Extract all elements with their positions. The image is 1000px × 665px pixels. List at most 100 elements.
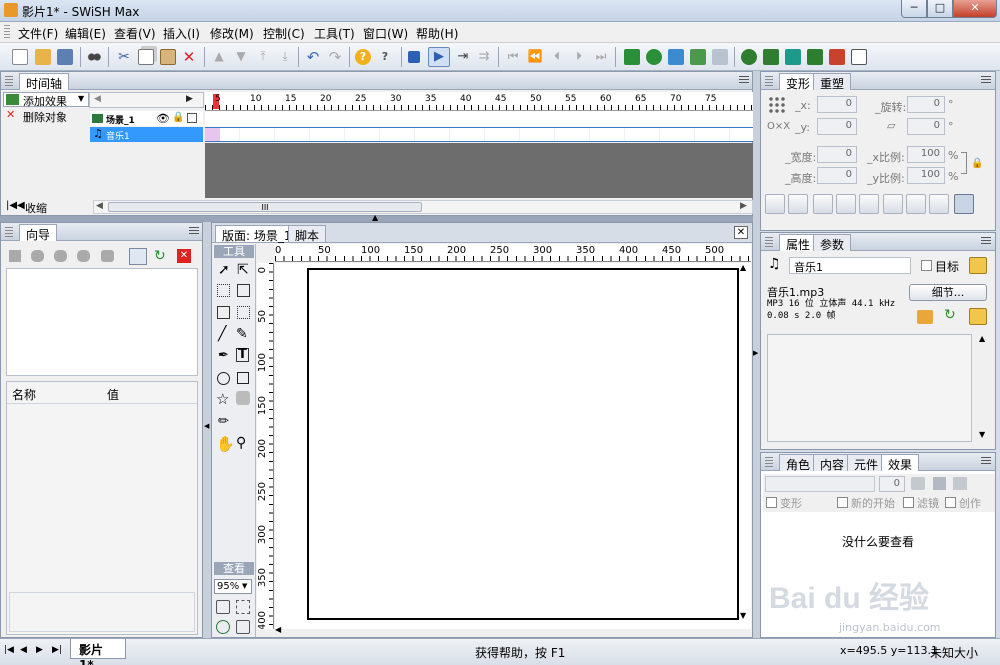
remove-object-button[interactable]: ✕ 删除对象 [3, 108, 89, 124]
zoom-tool-icon[interactable]: ⚲ [236, 435, 246, 451]
splitter-arrow-icon[interactable]: ▲ [372, 213, 378, 222]
text-tool-icon[interactable]: T [236, 348, 249, 362]
maximize-button[interactable]: □ [927, 0, 953, 18]
scroll-down-icon[interactable]: ▼ [740, 611, 746, 620]
tab-properties[interactable]: 属性 [779, 234, 818, 252]
scroll-thumb[interactable]: III [108, 202, 422, 212]
xscale-field[interactable]: 100 [907, 146, 945, 163]
zoom-actual-icon[interactable] [236, 620, 250, 634]
guide-zoom-icon[interactable] [129, 248, 147, 265]
first-doc-icon[interactable]: |◀ [4, 645, 14, 655]
panel-menu-icon[interactable] [189, 227, 199, 236]
author-checkbox[interactable] [945, 497, 956, 508]
guide-list[interactable] [6, 268, 198, 376]
insert-shape-icon[interactable] [829, 49, 845, 65]
timeline-row-music[interactable]: ♫ 音乐1 [90, 127, 203, 142]
close-button[interactable]: ✕ [953, 0, 997, 18]
subselect-tool-icon[interactable]: ⇱ [237, 262, 249, 278]
copy-transform-icon[interactable] [883, 194, 903, 214]
eyedropper-tool-icon[interactable]: ✏ [218, 414, 229, 429]
lock-icon[interactable]: 🔒 [971, 158, 983, 169]
menu-insert[interactable]: 插入(I) [163, 25, 200, 42]
vertical-splitter[interactable]: ◀ [203, 222, 211, 638]
insert-text-icon[interactable] [646, 49, 662, 65]
first-frame-icon[interactable]: ⏮ [505, 49, 521, 65]
yscale-field[interactable]: 100 [907, 167, 945, 184]
select-tool-icon[interactable]: ➚ [218, 262, 230, 278]
menu-window[interactable]: 窗口(W) [363, 25, 408, 42]
minimize-button[interactable]: ─ [901, 0, 927, 18]
ellipse-tool-icon[interactable] [217, 372, 230, 385]
insert-effect-icon[interactable] [741, 49, 757, 65]
timeline-hscroll[interactable]: ◀ III ▶ [93, 200, 753, 214]
prev-frame-icon[interactable]: ⏪ [527, 49, 543, 65]
reshape-tool-icon[interactable] [237, 284, 250, 297]
fill-transform-icon[interactable] [217, 306, 230, 319]
cut-icon[interactable]: ✂ [116, 49, 132, 65]
move-top-icon[interactable]: ⤒ [255, 49, 271, 65]
next-key-icon[interactable]: ⏵ [571, 49, 587, 65]
zoom-out-icon[interactable] [216, 600, 230, 614]
vertical-splitter[interactable]: ▶ [753, 71, 760, 638]
scroll-up-icon[interactable]: ▲ [979, 334, 985, 343]
menu-control[interactable]: 控制(C) [263, 25, 305, 42]
menu-modify[interactable]: 修改(M) [210, 25, 254, 42]
anchor-grid-icon[interactable] [768, 96, 786, 114]
splitter-arrow-icon[interactable]: ◀ [204, 422, 209, 430]
reset-transform-icon[interactable] [954, 194, 974, 214]
panel-menu-icon[interactable] [981, 457, 991, 466]
y-field[interactable]: 0 [817, 118, 857, 135]
keyframe[interactable] [205, 128, 220, 141]
rotate-90-icon[interactable] [813, 194, 833, 214]
menu-help[interactable]: 帮助(H) [416, 25, 458, 42]
paste-icon[interactable] [160, 49, 176, 65]
restart-checkbox[interactable] [837, 497, 848, 508]
menu-tools[interactable]: 工具(T) [314, 25, 355, 42]
stage-hscroll[interactable]: ◀ [275, 625, 737, 637]
scroll-up-icon[interactable]: ▲ [740, 263, 746, 272]
x-field[interactable]: 0 [817, 96, 857, 113]
outline-icon[interactable] [187, 113, 197, 123]
zoom-dropdown[interactable]: 95% ▼ [214, 579, 252, 594]
tab-content[interactable]: 内容 [813, 454, 852, 472]
insert-scene-icon[interactable] [624, 49, 640, 65]
effect-frames-field[interactable]: 0 [879, 476, 905, 492]
insert-group-icon[interactable] [763, 49, 779, 65]
insert-component-icon[interactable] [851, 49, 867, 65]
preview-icon[interactable] [86, 49, 102, 65]
tab-transform[interactable]: 变形 [779, 73, 818, 91]
close-icon[interactable]: ✕ [177, 249, 191, 263]
rotate-180-icon[interactable] [859, 194, 879, 214]
star-tool-icon[interactable]: ☆ [216, 390, 229, 408]
skew-field[interactable]: 0 [907, 118, 945, 135]
menu-file[interactable]: 文件(F) [18, 25, 58, 42]
refresh-icon[interactable]: ↻ [154, 248, 166, 264]
frame-track-music[interactable] [205, 127, 753, 142]
insert-sprite-icon[interactable] [807, 49, 823, 65]
redo-icon[interactable]: ↷ [327, 49, 343, 65]
play-icon[interactable]: ▶ [428, 47, 450, 67]
insert-sound-icon[interactable] [712, 49, 728, 65]
guide-shape-icon[interactable] [54, 250, 67, 262]
tab-layout-scene[interactable]: 版面: 场景_1 [215, 225, 299, 243]
splitter-arrow-icon[interactable]: ▶ [753, 349, 758, 357]
tab-effects[interactable]: 效果 [881, 454, 920, 472]
eye-icon[interactable]: 👁 [156, 112, 170, 125]
frame-track-scene[interactable] [205, 111, 753, 127]
add-effect-dropdown[interactable]: 添加效果 ▼ [3, 92, 89, 108]
menu-edit[interactable]: 编辑(E) [65, 25, 106, 42]
insert-button-icon[interactable] [785, 49, 801, 65]
tab-component[interactable]: 元件 [847, 454, 886, 472]
last-frame-icon[interactable]: ⏭ [593, 49, 609, 65]
guide-shape-icon[interactable] [31, 250, 44, 262]
pencil-tool-icon[interactable]: ✎ [236, 326, 248, 342]
panel-menu-icon[interactable] [739, 76, 749, 85]
move-down-icon[interactable]: ▼ [233, 49, 249, 65]
menu-view[interactable]: 查看(V) [114, 25, 156, 42]
tab-timeline[interactable]: 时间轴 [19, 73, 70, 91]
play-scene-icon[interactable]: ⇥ [455, 49, 471, 65]
scroll-left-icon[interactable]: ◀ [96, 201, 103, 211]
help-icon[interactable]: ? [355, 49, 371, 65]
stage-canvas[interactable] [275, 263, 751, 629]
effect-save-icon[interactable] [933, 477, 946, 490]
